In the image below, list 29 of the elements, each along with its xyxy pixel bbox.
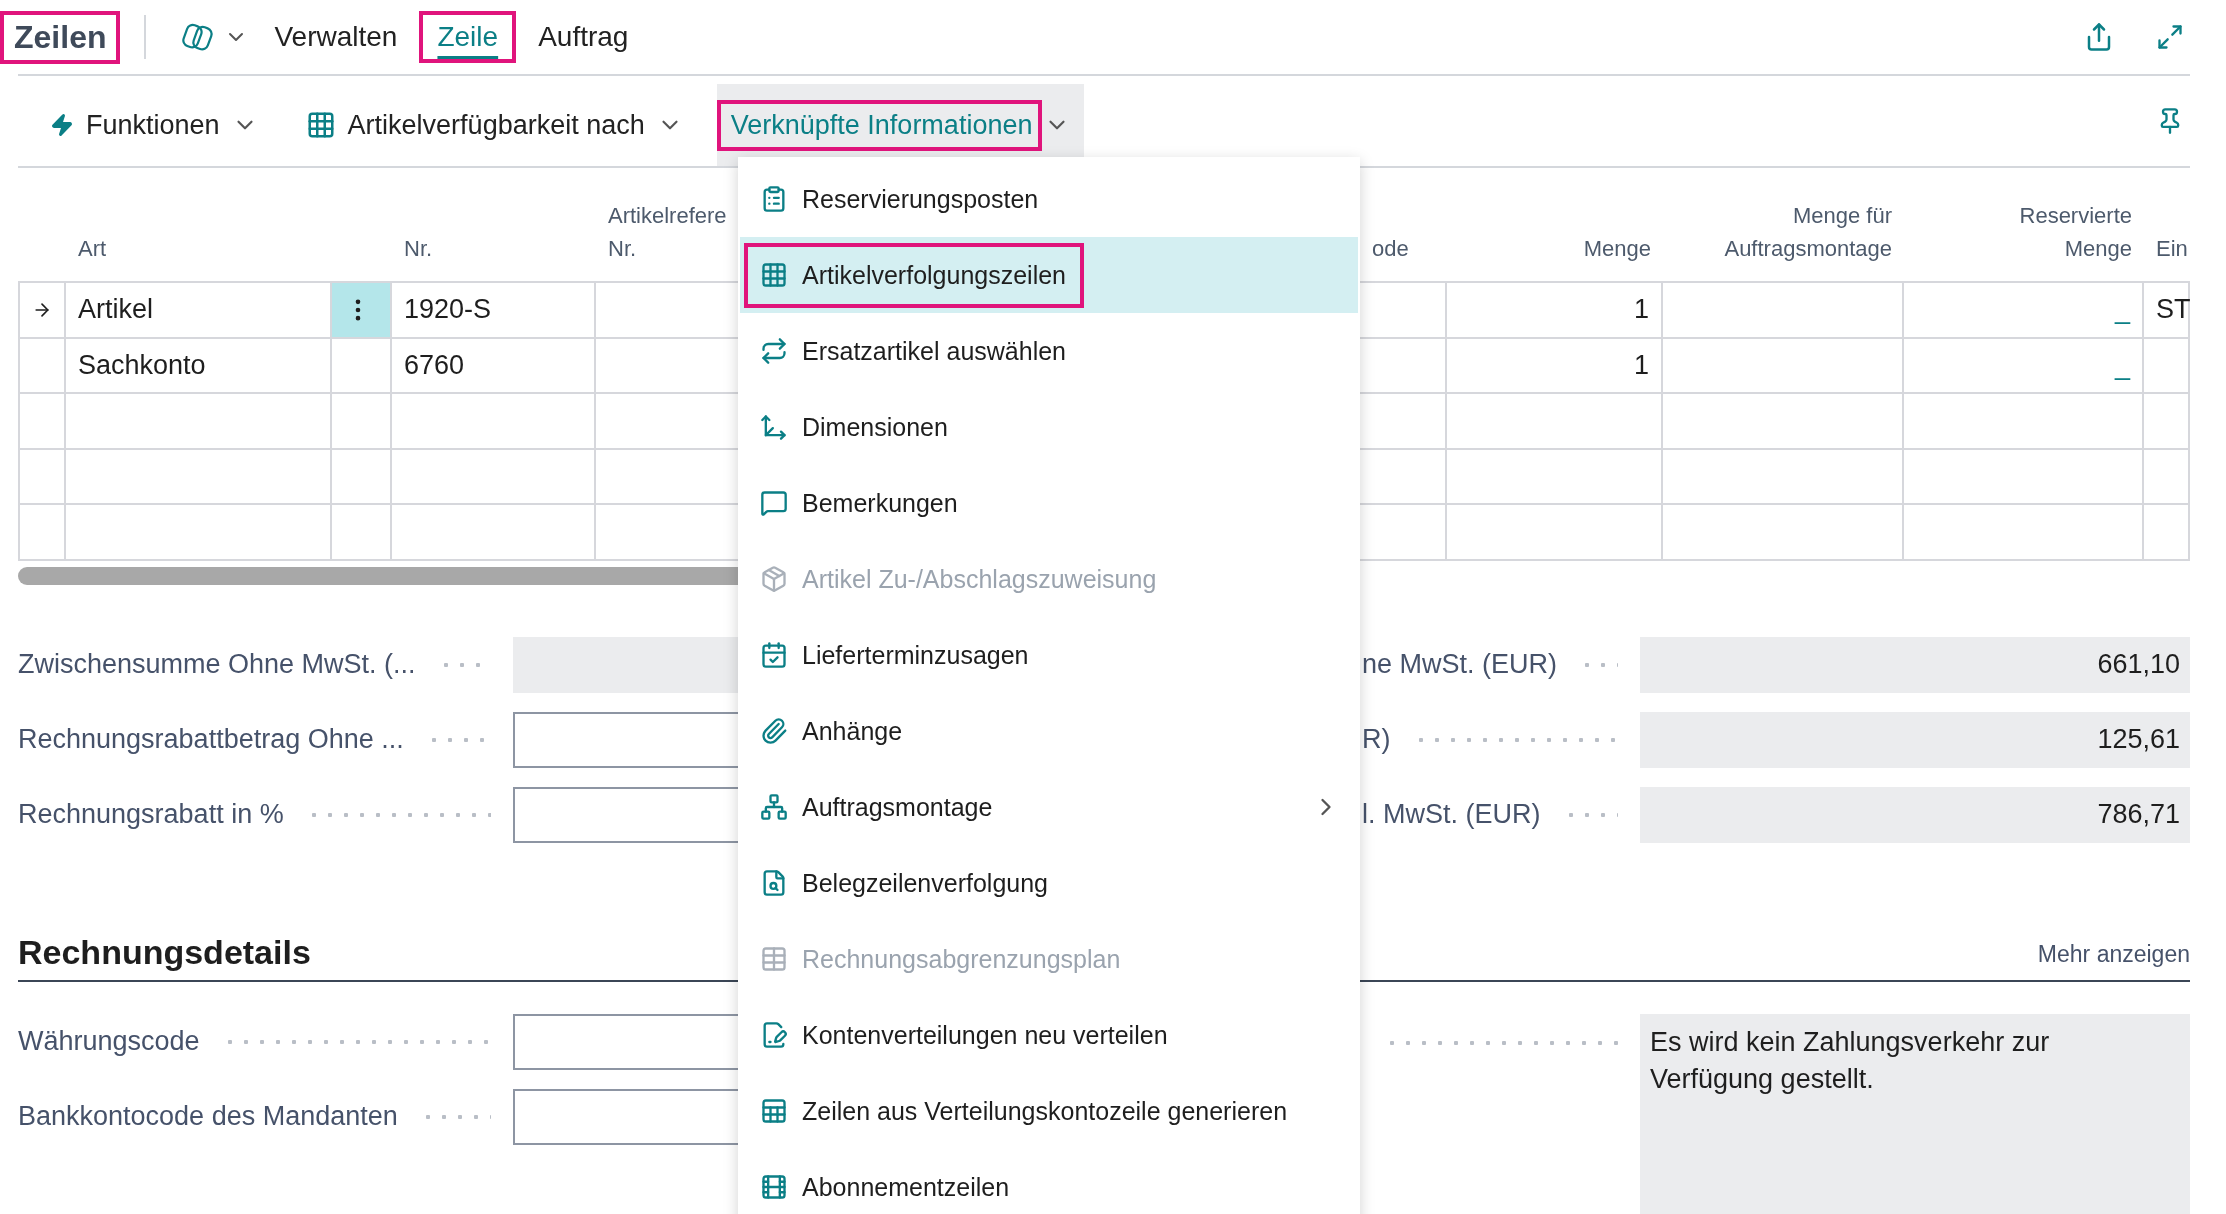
table-cell: 1	[1447, 338, 1663, 394]
column-header: ode	[1372, 235, 1409, 263]
field-label: Zwischensumme Ohne MwSt. (...	[18, 649, 416, 680]
column-header: Ein	[2156, 235, 2188, 263]
table-cell: 1920-S	[392, 283, 596, 339]
column-header: Art	[78, 235, 107, 263]
field-label: R)	[1362, 724, 1391, 755]
field-label: Bankkontocode des Mandanten	[18, 1101, 398, 1132]
field-label: ne MwSt. (EUR)	[1362, 649, 1558, 680]
field-label: Währungscode	[18, 1026, 200, 1057]
column-header: Menge	[1583, 235, 1651, 263]
table-cell: _	[1904, 338, 2144, 394]
table-cell: 1	[1447, 283, 1663, 339]
field-label: Rechnungsrabatt in %	[18, 799, 284, 830]
amount-field: 786,71	[1640, 786, 2190, 843]
field-label: Rechnungsrabattbetrag Ohne ...	[18, 724, 404, 755]
table-cell: _	[1904, 283, 2144, 339]
amount-field: 125,61	[1640, 711, 2190, 768]
section-heading: Rechnungsdetails	[18, 932, 311, 972]
table-cell: Sachkonto	[66, 338, 332, 394]
column-header: Menge für Auftragsmontage	[1723, 202, 1892, 263]
table-cell: ST	[2144, 283, 2190, 339]
column-header: Artikelrefere Nr.	[608, 202, 728, 263]
column-header: Nr.	[404, 235, 433, 263]
amount-field: 661,10	[1640, 636, 2190, 693]
table-cell: 6760	[392, 338, 596, 394]
info-text: Es wird kein Zahlungsverkehr zur Verfügung gestellt.	[1640, 1013, 2190, 1214]
field-label: l. MwSt. (EUR)	[1362, 799, 1541, 830]
column-header: Reservierte Menge	[2018, 202, 2132, 263]
